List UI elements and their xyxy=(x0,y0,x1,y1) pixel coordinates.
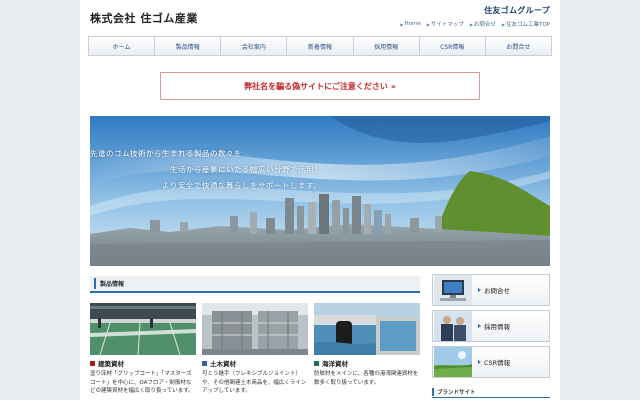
product-title-marine[interactable]: 海洋資材 xyxy=(314,358,420,368)
civil-engineering-photo[interactable] xyxy=(202,303,308,355)
arrow-icon: ▶ xyxy=(426,21,430,27)
section-marker xyxy=(432,387,434,396)
product-card-marine[interactable]: 海洋資材 防舷材をメインに、各種の港湾関連資材を数多く取り扱っています。 xyxy=(314,303,420,387)
hero-copy-line-2: 生活から産業にいたる幅広い分野で活用し xyxy=(170,165,322,174)
group-logo[interactable]: 住友ゴムグループ xyxy=(484,5,550,16)
sidebar-recruit-button[interactable]: 採用情報 xyxy=(432,310,550,342)
category-square-icon xyxy=(90,360,95,366)
building-floor-photo[interactable] xyxy=(90,303,196,355)
brand-site-header: ブランドサイト xyxy=(432,386,550,398)
hero-banner: 先進のゴム技術から生まれる製品の数々を 生活から産業にいたる幅広い分野で活用し … xyxy=(90,116,550,266)
global-nav: ホーム 製品情報 会社案内 新着情報 採用情報 CSR情報 お問合せ xyxy=(88,36,552,56)
hero-copy-line-1: 先進のゴム技術から生まれる製品の数々を xyxy=(90,149,242,158)
sidebar-recruit-label: 採用情報 xyxy=(484,323,510,331)
utility-links: ▶ Home ▶ サイトマップ ▶ お問合せ ▶ 住友ゴム工業TOP xyxy=(400,20,550,28)
products-section-title: 製品情報 xyxy=(100,281,125,288)
arrow-icon: ▶ xyxy=(501,21,505,27)
arrow-icon xyxy=(478,288,481,292)
arrow-icon xyxy=(478,360,481,364)
sidebar-contact-label: お問合せ xyxy=(484,287,510,295)
product-card-civil[interactable]: 土木資材 可とう継手（フレキシブルジョイント）や、その他関連土木商品を、幅広くラ… xyxy=(202,303,308,396)
arrow-icon: ▶ xyxy=(469,21,473,27)
fraud-warning-text: 弊社名を騙る偽サイトにご注意ください » xyxy=(244,81,396,91)
products-section-header: 製品情報 xyxy=(90,276,420,293)
nav-company[interactable]: 会社案内 xyxy=(221,37,288,55)
company-logo[interactable]: 株式会社 住ゴム産業 xyxy=(90,10,198,26)
product-card-building[interactable]: 建築資材 塗り床材「グリップコート」「マスターズコート」を中心に、OAフロア・制… xyxy=(90,303,196,396)
nav-home[interactable]: ホーム xyxy=(89,37,156,55)
nav-recruit[interactable]: 採用情報 xyxy=(354,37,420,55)
nav-csr[interactable]: CSR情報 xyxy=(420,37,486,55)
product-title-building[interactable]: 建築資材 xyxy=(90,358,196,368)
nav-products[interactable]: 製品情報 xyxy=(155,37,222,55)
nav-news[interactable]: 新着情報 xyxy=(287,37,354,55)
computer-icon xyxy=(434,275,472,305)
product-desc-civil: 可とう継手（フレキシブルジョイント）や、その他関連土木商品を、幅広くラインアップ… xyxy=(202,371,307,394)
product-title-civil[interactable]: 土木資材 xyxy=(202,358,308,368)
city-skyline-image xyxy=(90,116,550,266)
category-square-icon xyxy=(202,360,207,366)
util-link-sitemap[interactable]: ▶ サイトマップ xyxy=(426,20,464,29)
nature-icon xyxy=(434,347,472,377)
brand-site-title: ブランドサイト xyxy=(437,389,476,396)
nav-contact[interactable]: お問合せ xyxy=(486,37,551,55)
util-link-contact[interactable]: ▶ お問合せ xyxy=(469,20,496,29)
site-header: 株式会社 住ゴム産業 住友ゴムグループ ▶ Home ▶ サイトマップ ▶ お問合せ … xyxy=(80,0,560,34)
arrow-icon: ▶ xyxy=(400,21,404,27)
arrow-icon xyxy=(478,324,481,328)
category-square-icon xyxy=(314,360,319,366)
section-marker xyxy=(94,278,96,289)
sidebar-contact-button[interactable]: お問合せ xyxy=(432,274,550,306)
marine-fender-photo[interactable] xyxy=(314,303,420,355)
sidebar-csr-button[interactable]: CSR情報 xyxy=(432,346,550,378)
product-desc-marine: 防舷材をメインに、各種の港湾関連資材を数多く取り扱っています。 xyxy=(314,371,419,386)
page: 株式会社 住ゴム産業 住友ゴムグループ ▶ Home ▶ サイトマップ ▶ お問合せ … xyxy=(80,0,560,400)
util-link-home[interactable]: ▶ Home xyxy=(400,20,420,28)
util-link-parent-top[interactable]: ▶ 住友ゴム工業TOP xyxy=(501,20,550,29)
fraud-warning-banner[interactable]: 弊社名を騙る偽サイトにご注意ください » xyxy=(160,72,480,100)
sidebar-csr-label: CSR情報 xyxy=(484,359,511,367)
hero-copy-line-3: より安全で快適な暮らしをサポートします。 xyxy=(162,181,322,190)
people-icon xyxy=(434,311,472,341)
product-desc-building: 塗り床材「グリップコート」「マスターズコート」を中心に、OAフロア・制振材などの… xyxy=(90,371,194,394)
